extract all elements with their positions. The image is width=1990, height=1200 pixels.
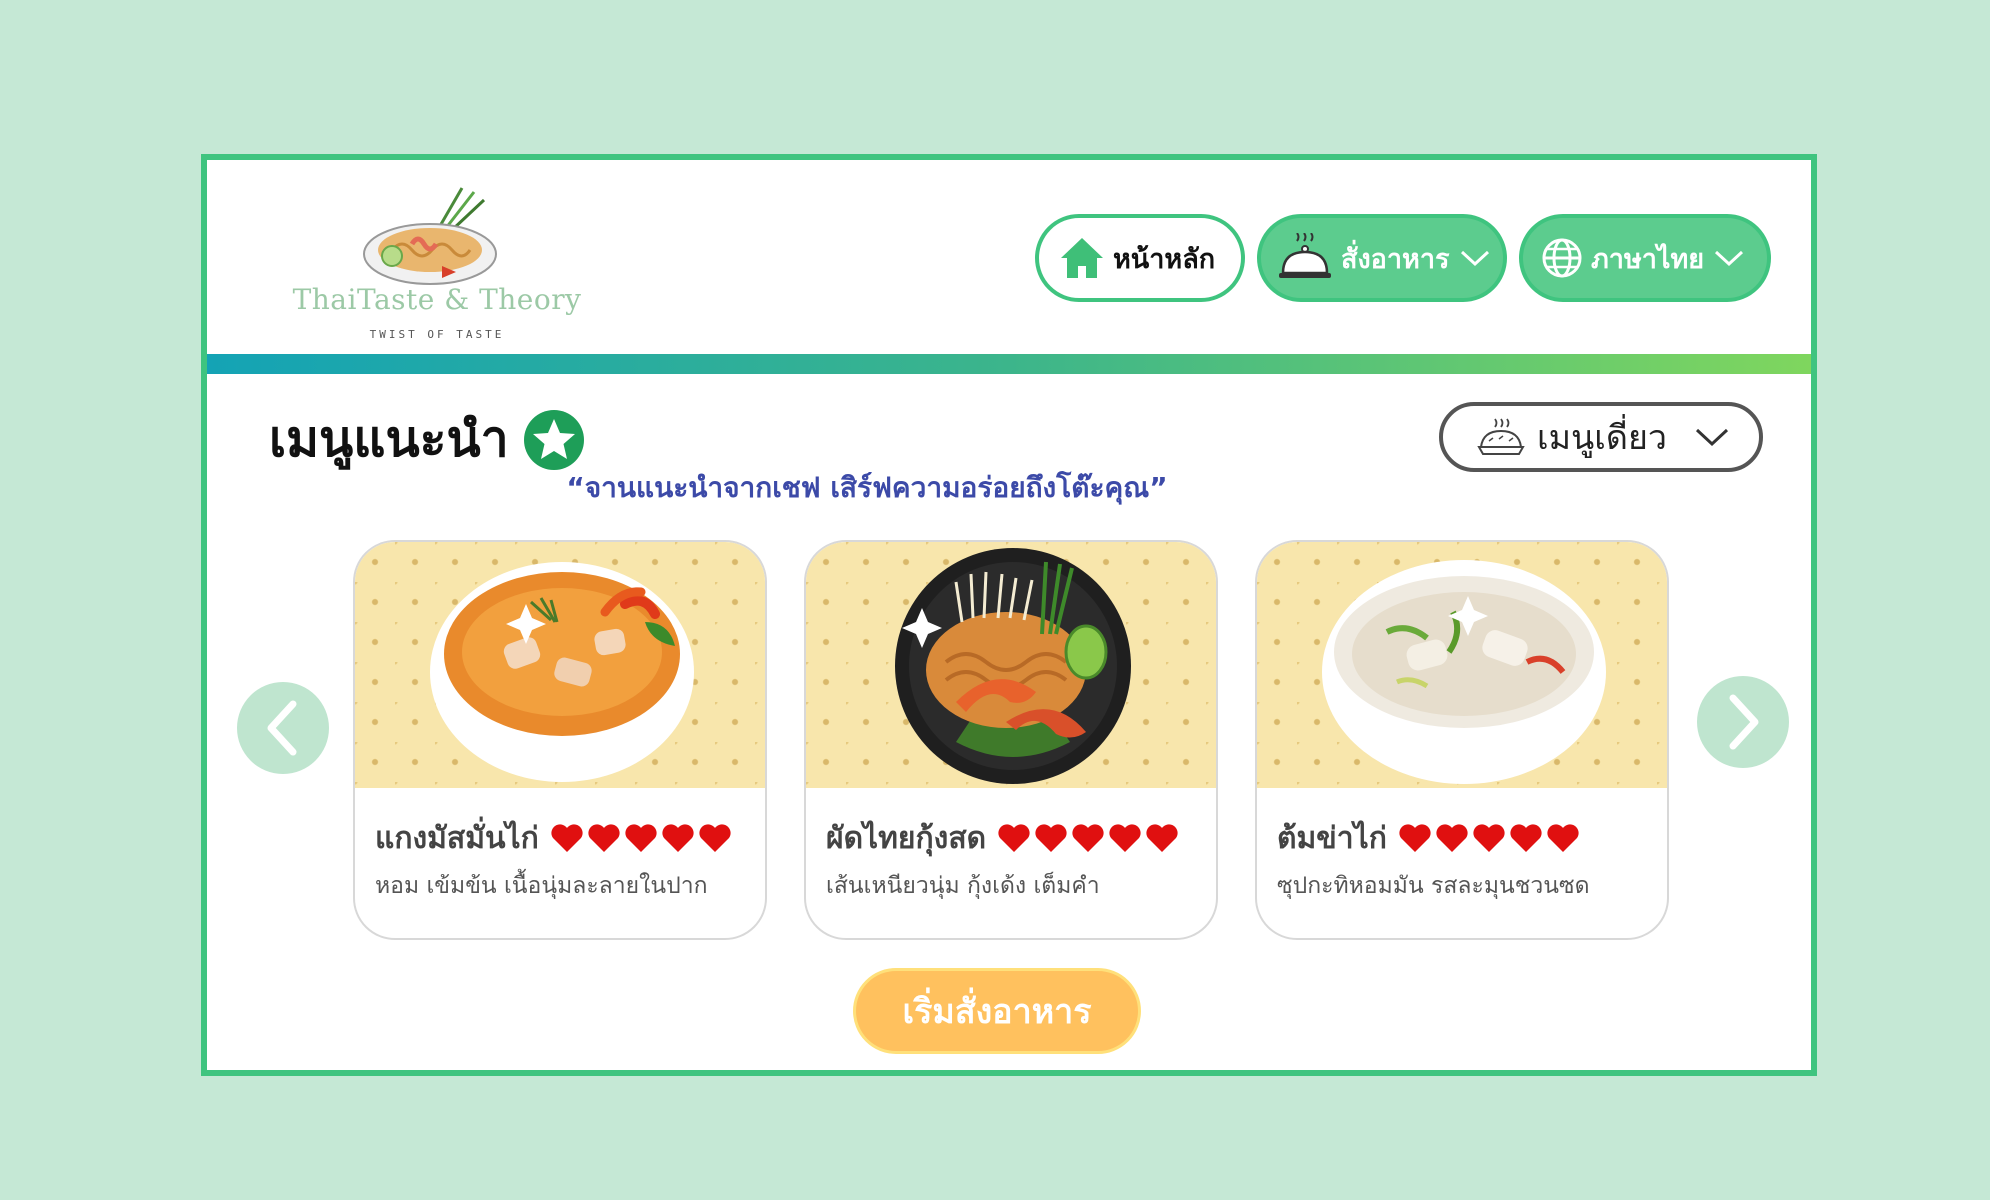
- menu-card[interactable]: ต้มข่าไก่ ซุปกะทิหอมมัน รสละมุนชวนซด: [1255, 540, 1669, 940]
- menu-card-image: [1257, 542, 1667, 788]
- soup-bowl-image: [1322, 560, 1606, 784]
- start-order-button[interactable]: เริ่มสั่งอาหาร: [853, 968, 1141, 1054]
- menu-card-name: แกงมัสมั่นไก่: [375, 820, 539, 856]
- category-select[interactable]: เมนูเดี่ยว: [1439, 402, 1763, 472]
- header-divider: [207, 354, 1811, 374]
- menu-card-title: ผัดไทยกุ้งสด: [826, 818, 1216, 858]
- section-title-text: เมนูแนะนำ: [269, 410, 509, 468]
- menu-card-body: ต้มข่าไก่ ซุปกะทิหอมมัน รสละมุนชวนซด: [1257, 788, 1667, 938]
- heart-icon: [551, 824, 583, 852]
- menu-card-name: ต้มข่าไก่: [1277, 820, 1387, 856]
- carousel-next-button[interactable]: [1697, 676, 1789, 768]
- menu-card-image: [355, 542, 765, 788]
- food-cloche-icon: [1277, 233, 1333, 283]
- heart-icon: [1473, 824, 1505, 852]
- rating-hearts: [549, 822, 733, 854]
- home-icon: [1059, 236, 1105, 280]
- nav-order-label: สั่งอาหาร: [1341, 243, 1450, 275]
- menu-card-title: แกงมัสมั่นไก่: [375, 818, 765, 858]
- brand-name: ThaiTaste & Theory: [292, 283, 582, 316]
- nav-home-label: หน้าหลัก: [1113, 243, 1216, 275]
- pad-thai-plate-image: [895, 548, 1131, 784]
- rating-hearts: [1397, 822, 1581, 854]
- star-badge-icon: [523, 409, 585, 471]
- pad-thai-plate-icon: [363, 187, 497, 285]
- heart-icon: [1146, 824, 1178, 852]
- menu-card-image: [806, 542, 1216, 788]
- heart-icon: [998, 824, 1030, 852]
- menu-card-name: ผัดไทยกุ้งสด: [826, 820, 987, 856]
- nav-language-dropdown[interactable]: ภาษาไทย: [1519, 214, 1771, 302]
- heart-icon: [662, 824, 694, 852]
- app-frame: ThaiTaste & Theory TWIST OF TASTE หน้าหล…: [201, 154, 1817, 1076]
- globe-icon: [1541, 237, 1583, 279]
- heart-icon: [1399, 824, 1431, 852]
- pie-icon: [1477, 417, 1525, 457]
- menu-card-description: เส้นเหนียวนุ่ม กุ้งเด้ง เต็มคำ: [826, 873, 1100, 899]
- menu-card-description: หอม เข้มข้น เนื้อนุ่มละลายในปาก: [375, 873, 708, 899]
- nav-home-button[interactable]: หน้าหลัก: [1035, 214, 1245, 302]
- category-select-value: เมนูเดี่ยว: [1537, 418, 1667, 458]
- heart-icon: [588, 824, 620, 852]
- heart-icon: [1072, 824, 1104, 852]
- chevron-right-icon: [1729, 694, 1759, 750]
- chevron-down-icon: [1460, 249, 1490, 267]
- carousel-prev-button[interactable]: [237, 682, 329, 774]
- heart-icon: [1035, 824, 1067, 852]
- menu-card-title: ต้มข่าไก่: [1277, 818, 1667, 858]
- brand-logo[interactable]: ThaiTaste & Theory TWIST OF TASTE: [287, 168, 587, 348]
- section-tagline: “จานแนะนำจากเชฟ เสิร์ฟความอร่อยถึงโต๊ะคุ…: [566, 471, 1168, 504]
- heart-icon: [699, 824, 731, 852]
- nav-language-label: ภาษาไทย: [1591, 243, 1705, 275]
- nav-order-dropdown[interactable]: สั่งอาหาร: [1257, 214, 1507, 302]
- chevron-down-icon: [1714, 249, 1744, 267]
- curry-bowl-image: [430, 562, 694, 782]
- menu-card-body: แกงมัสมั่นไก่ หอม เข้มข้น เนื้อนุ่มละลาย…: [355, 788, 765, 938]
- chevron-down-icon: [1695, 427, 1729, 447]
- heart-icon: [625, 824, 657, 852]
- heart-icon: [1547, 824, 1579, 852]
- menu-card-body: ผัดไทยกุ้งสด เส้นเหนียวนุ่ม กุ้งเด้ง เต็…: [806, 788, 1216, 938]
- chevron-left-icon: [267, 700, 297, 756]
- menu-card[interactable]: แกงมัสมั่นไก่ หอม เข้มข้น เนื้อนุ่มละลาย…: [353, 540, 767, 940]
- heart-icon: [1510, 824, 1542, 852]
- menu-card[interactable]: ผัดไทยกุ้งสด เส้นเหนียวนุ่ม กุ้งเด้ง เต็…: [804, 540, 1218, 940]
- heart-icon: [1436, 824, 1468, 852]
- rating-hearts: [996, 822, 1180, 854]
- heart-icon: [1109, 824, 1141, 852]
- brand-tagline: TWIST OF TASTE: [369, 328, 505, 341]
- menu-card-description: ซุปกะทิหอมมัน รสละมุนชวนซด: [1277, 873, 1590, 899]
